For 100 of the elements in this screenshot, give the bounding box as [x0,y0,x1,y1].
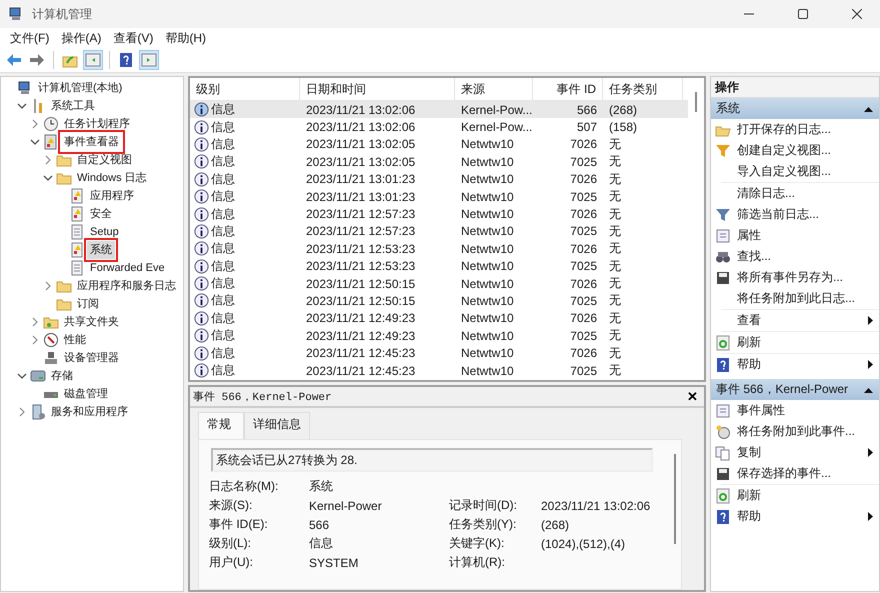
services-icon [30,404,46,420]
help-icon [118,52,134,68]
tree-item[interactable]: 存储 [48,367,76,385]
action-link[interactable]: 属性 [737,227,873,244]
event-row[interactable]: 信息 2023/11/21 13:01:23 Netwtw10 7026 无 [190,170,688,188]
tree-item[interactable]: 订阅 [74,295,102,313]
menu-item[interactable]: 帮助(H) [159,30,212,46]
action-link[interactable]: 导入自定义视图... [737,163,873,180]
tree-item[interactable]: 自定义视图 [74,151,135,169]
event-row[interactable]: 信息 2023/11/21 12:57:23 Netwtw10 7026 无 [190,205,688,223]
event-row[interactable]: 信息 2023/11/21 13:02:06 Kernel-Pow... 507 (158) [190,118,688,136]
column-header[interactable]: 来源 [455,78,533,100]
menu-item[interactable]: 文件(F) [4,30,56,46]
table-cell-text: 7025 [569,328,598,343]
table-cell: 信息 [211,170,235,188]
event-row[interactable]: 信息 2023/11/21 12:50:15 Netwtw10 7026 无 [190,274,688,292]
submenu-arrow-icon [868,316,873,325]
action-link[interactable]: 查看 [737,312,862,329]
scrollbar-thumb[interactable] [695,92,697,112]
section-header[interactable]: 事件 566，Kernel-Power [711,379,879,400]
toolbar-button[interactable] [83,50,103,70]
device-icon [43,350,59,366]
action-link[interactable]: 查找... [737,248,873,265]
collapse-triangle-icon [864,106,873,112]
tree-item[interactable]: 磁盘管理 [61,385,111,403]
table-cell: 信息 [211,188,235,206]
refresh-icon [715,488,731,504]
log-icon [69,224,85,240]
table-cell: 信息 [211,327,235,344]
action-link[interactable]: 复制 [737,444,862,461]
table-cell-text: Netwtw10 [460,137,515,152]
table-cell-text: Netwtw10 [460,154,515,169]
table-cell-text: 2023/11/21 13:01:23 [305,172,416,186]
info-icon [194,102,209,118]
table-cell-text: Kernel-Pow... [460,102,533,117]
action-link[interactable]: 事件属性 [737,402,873,419]
tab[interactable]: 常规 [198,412,244,439]
field-value: SYSTEM [309,556,360,570]
table-cell-text: 无 [608,222,622,240]
action-link[interactable]: 帮助 [737,356,862,373]
tree-item[interactable]: 系统工具 [48,97,98,115]
action-link[interactable]: 刷新 [737,487,873,504]
scrollbar-thumb[interactable] [674,454,676,544]
event-row[interactable]: 信息 2023/11/21 12:53:23 Netwtw10 7026 无 [190,240,688,258]
tree-item[interactable]: 服务和应用程序 [48,403,131,421]
tree-item[interactable]: 应用程序 [87,187,137,205]
table-cell-text: 无 [608,188,622,206]
event-row[interactable]: 信息 2023/11/21 12:45:23 Netwtw10 7026 无 [190,344,688,362]
table-cell-text: Netwtw10 [460,224,515,238]
event-row[interactable]: 信息 2023/11/21 13:02:05 Netwtw10 7026 无 [190,136,688,154]
tree-item[interactable]: Setup [87,223,122,241]
table-cell-text: 2023/11/21 12:45:23 [305,346,416,360]
action-link[interactable]: 保存选择的事件... [737,465,873,482]
tree-item[interactable]: 性能 [61,331,89,349]
column-header[interactable]: 日期和时间 [300,78,455,100]
field-label: 计算机(R): [449,554,506,571]
table-cell: 信息 [211,206,235,223]
close-button[interactable]: ✕ [687,389,698,404]
action-link[interactable]: 筛选当前日志... [737,206,873,223]
info-icon [194,189,209,204]
tree-item[interactable]: 共享文件夹 [61,313,122,331]
event-row[interactable]: 信息 2023/11/21 13:01:23 Netwtw10 7025 无 [190,188,688,206]
event-row[interactable]: 信息 2023/11/21 12:50:15 Netwtw10 7025 无 [190,292,688,310]
action-link[interactable]: 将所有事件另存为... [737,269,873,286]
tree-item[interactable]: 设备管理器 [61,349,122,367]
toolbar-button[interactable] [139,50,159,70]
event-row[interactable]: 信息 2023/11/21 13:02:05 Netwtw10 7025 无 [190,153,688,171]
menu-item[interactable]: 操作(A) [55,30,108,46]
event-row[interactable]: 信息 2023/11/21 12:49:23 Netwtw10 7026 无 [190,310,688,328]
tree-item[interactable]: 事件查看器 [61,133,122,151]
event-row[interactable]: 信息 2023/11/21 12:57:23 Netwtw10 7025 无 [190,222,688,240]
table-cell-text: Netwtw10 [460,242,515,256]
table-cell-text: 7026 [569,242,598,256]
table-cell-text: 2023/11/21 12:49:23 [305,328,416,343]
event-row[interactable]: 信息 2023/11/21 13:02:06 Kernel-Pow... 566 (268) [190,101,688,118]
tree-item[interactable]: 系统 [87,241,115,259]
action-link[interactable]: 将任务附加到此事件... [737,423,873,440]
tree-item[interactable]: Windows 日志 [74,169,150,187]
field-value: (1024),(512),(4) [541,536,626,550]
action-link[interactable]: 创建自定义视图... [737,142,873,159]
action-link[interactable]: 打开保存的日志... [737,121,873,138]
tree-item[interactable]: 安全 [87,205,115,223]
tab[interactable]: 详细信息 [244,412,310,439]
action-link[interactable]: 刷新 [737,334,873,351]
section-header[interactable]: 系统 [711,98,879,119]
menu-item[interactable]: 查看(V) [107,30,160,46]
event-row[interactable]: 信息 2023/11/21 12:45:23 Netwtw10 7025 无 [190,362,688,380]
column-header[interactable]: 任务类别 [603,78,683,100]
tree-item[interactable]: 任务计划程序 [61,115,133,133]
log-icon [69,242,85,258]
tree-item[interactable]: 计算机管理(本地) [35,79,126,97]
action-link[interactable]: 帮助 [737,508,862,525]
action-link[interactable]: 将任务附加到此日志... [737,290,873,307]
action-link[interactable]: 清除日志... [737,185,873,202]
tree-item[interactable]: 应用程序和服务日志 [74,277,179,295]
column-header[interactable]: 级别 [190,78,300,100]
tree-item[interactable]: Forwarded Eve [87,259,168,277]
column-header[interactable]: 事件 ID [533,78,603,100]
event-row[interactable]: 信息 2023/11/21 12:49:23 Netwtw10 7025 无 [190,327,688,344]
event-row[interactable]: 信息 2023/11/21 12:53:23 Netwtw10 7025 无 [190,258,688,275]
